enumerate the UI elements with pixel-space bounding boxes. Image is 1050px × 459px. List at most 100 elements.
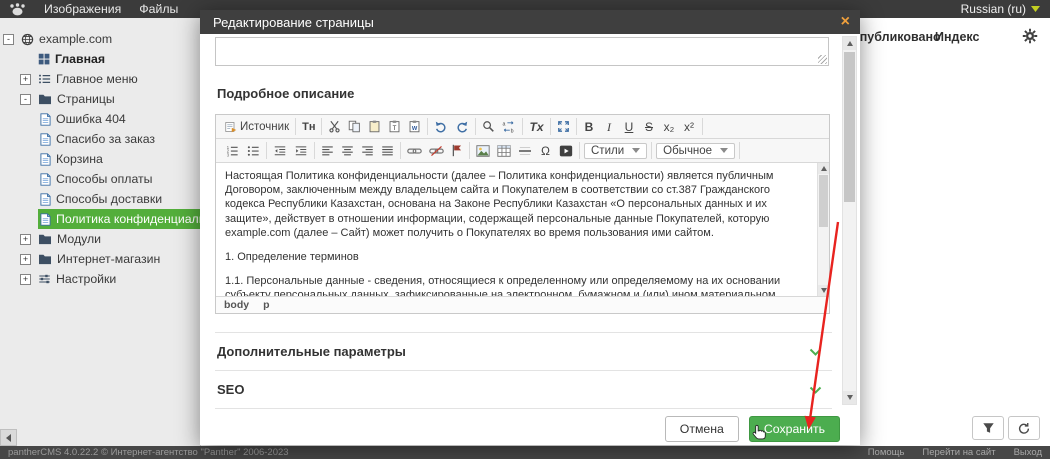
- section-seo[interactable]: SEO: [215, 370, 832, 409]
- logo-icon[interactable]: [8, 3, 28, 16]
- topbar-menu-item-files[interactable]: Файлы: [139, 2, 178, 16]
- logout-link[interactable]: Выход: [1014, 447, 1042, 458]
- textarea-field[interactable]: [215, 37, 829, 66]
- resize-grip-icon[interactable]: [818, 55, 827, 64]
- numbered-list-button[interactable]: 123: [223, 144, 241, 158]
- path-item-p[interactable]: p: [263, 299, 269, 311]
- language-selector[interactable]: Russian (ru): [961, 2, 1040, 16]
- paste-button[interactable]: [366, 119, 383, 134]
- scroll-up-arrow[interactable]: [818, 163, 829, 174]
- table-button[interactable]: [495, 144, 513, 158]
- align-right-button[interactable]: [359, 144, 376, 158]
- copy-button[interactable]: [346, 119, 363, 134]
- replace-button[interactable]: ab: [500, 119, 518, 134]
- sidebar-item-modules[interactable]: +Модули: [0, 229, 200, 249]
- sidebar-item-online-store[interactable]: +Интернет-магазин: [0, 249, 200, 269]
- align-left-button[interactable]: [319, 144, 336, 158]
- topbar-menu-item-images[interactable]: Изображения: [44, 2, 121, 16]
- styles-dropdown[interactable]: Стили: [584, 143, 647, 159]
- italic-button[interactable]: I: [601, 119, 618, 135]
- editor-content[interactable]: Настоящая Политика конфиденциальности (д…: [216, 163, 829, 296]
- scroll-down-arrow[interactable]: [818, 285, 829, 296]
- templates-button[interactable]: Tн: [300, 119, 317, 135]
- remove-format-button[interactable]: Tx: [527, 119, 545, 135]
- unlink-button[interactable]: [427, 144, 446, 158]
- underline-glyph: U: [623, 120, 636, 134]
- scroll-up-arrow[interactable]: [843, 37, 856, 50]
- strike-button[interactable]: S: [641, 119, 658, 135]
- section-additional-params[interactable]: Дополнительные параметры: [215, 332, 832, 370]
- find-button[interactable]: [480, 119, 497, 134]
- maximize-button[interactable]: [555, 119, 572, 134]
- sidebar-item-cart[interactable]: Корзина: [0, 149, 200, 169]
- format-dropdown[interactable]: Обычное: [656, 143, 735, 159]
- sidebar-item-privacy-policy[interactable]: Политика конфиденциальности: [0, 209, 200, 229]
- close-icon[interactable]: ×: [841, 14, 850, 30]
- paste-text-button[interactable]: T: [386, 119, 403, 134]
- paste-word-button[interactable]: W: [406, 119, 423, 134]
- italic-glyph: I: [603, 120, 616, 134]
- link-button[interactable]: [405, 144, 424, 158]
- elements-path: body p: [216, 296, 829, 313]
- cancel-button[interactable]: Отмена: [665, 416, 739, 442]
- scroll-down-arrow[interactable]: [843, 391, 856, 404]
- tree-toggle-plus-icon[interactable]: +: [20, 74, 31, 85]
- path-item-body[interactable]: body: [224, 299, 249, 311]
- sidebar-item-site-root[interactable]: -example.com: [0, 29, 200, 49]
- tree-item-label: Настройки: [56, 272, 116, 286]
- superscript-button[interactable]: x²: [681, 119, 698, 135]
- anchor-button[interactable]: [449, 143, 465, 158]
- modal-scrollbar[interactable]: [842, 36, 857, 405]
- sidebar-item-settings[interactable]: + Настройки: [0, 269, 200, 289]
- menu-icon: [38, 73, 51, 85]
- statusbar-links: Помощь Перейти на сайт Выход: [868, 447, 1042, 458]
- media-button[interactable]: [557, 144, 575, 158]
- indent-button[interactable]: [292, 144, 310, 158]
- redo-button[interactable]: [453, 119, 471, 134]
- editor-scrollbar[interactable]: [817, 163, 829, 296]
- save-button[interactable]: Сохранить: [749, 416, 840, 442]
- bulleted-list-button[interactable]: [244, 144, 262, 158]
- editor-text[interactable]: Настоящая Политика конфиденциальности (д…: [216, 163, 817, 296]
- horizontal-scroll-left-arrow[interactable]: [0, 429, 17, 446]
- tree-item-label: Способы доставки: [56, 192, 162, 206]
- bold-button[interactable]: B: [581, 119, 598, 135]
- tree-toggle-plus-icon[interactable]: +: [20, 234, 31, 245]
- tree-toggle-minus-icon[interactable]: -: [3, 34, 14, 45]
- site-tree: -example.comГлавная + Главное меню-Страниц…: [0, 29, 200, 289]
- horizontal-rule-button[interactable]: [516, 144, 534, 158]
- sidebar-item-error-404[interactable]: Ошибка 404: [0, 109, 200, 129]
- goto-site-link[interactable]: Перейти на сайт: [922, 447, 995, 458]
- tree-toggle-plus-icon[interactable]: +: [20, 274, 31, 285]
- sidebar-item-order-thanks[interactable]: Спасибо за заказ: [0, 129, 200, 149]
- scrollbar-thumb[interactable]: [844, 52, 855, 202]
- outdent-button[interactable]: [271, 144, 289, 158]
- align-justify-button[interactable]: [379, 144, 396, 158]
- scrollbar-thumb[interactable]: [819, 175, 828, 227]
- subscript-button[interactable]: x₂: [661, 119, 678, 135]
- gear-icon[interactable]: [1022, 28, 1038, 44]
- sidebar-item-pages[interactable]: -Страницы: [0, 89, 200, 109]
- help-link[interactable]: Помощь: [868, 447, 905, 458]
- undo-button[interactable]: [432, 119, 450, 134]
- unlink-icon: [429, 145, 444, 157]
- filter-button[interactable]: [972, 416, 1004, 440]
- source-button[interactable]: Источник: [223, 120, 291, 134]
- tree-toggle-plus-icon[interactable]: +: [20, 254, 31, 265]
- special-char-button[interactable]: Ω: [537, 143, 554, 159]
- tree-item-label: Ошибка 404: [56, 112, 126, 126]
- sidebar-item-home[interactable]: Главная: [0, 49, 200, 69]
- tree-toggle-minus-icon[interactable]: -: [20, 94, 31, 105]
- sidebar-item-delivery-methods[interactable]: Способы доставки: [0, 189, 200, 209]
- tree-item-content: Главное меню: [36, 69, 200, 89]
- underline-button[interactable]: U: [621, 119, 638, 135]
- hr-icon: [518, 145, 532, 157]
- modal-body: Подробное описание ИсточникTнTWabTxBIUSx…: [200, 34, 860, 445]
- image-button[interactable]: [474, 144, 492, 158]
- refresh-button[interactable]: [1008, 416, 1040, 440]
- align-center-button[interactable]: [339, 144, 356, 158]
- cut-button[interactable]: [326, 119, 343, 134]
- sidebar-item-main-menu[interactable]: + Главное меню: [0, 69, 200, 89]
- sidebar-item-payment-methods[interactable]: Способы оплаты: [0, 169, 200, 189]
- link-icon: [407, 145, 422, 157]
